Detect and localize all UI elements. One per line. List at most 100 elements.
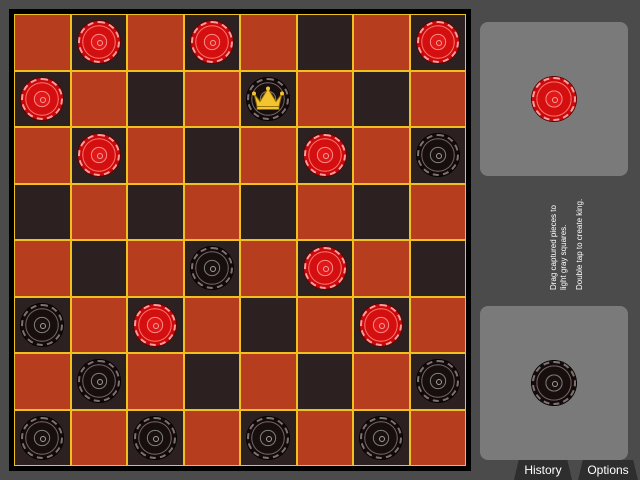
square-r3-c2[interactable] [128,184,183,239]
captured-area-top[interactable] [480,22,628,176]
checkers-board [9,9,471,471]
square-r0-c7[interactable] [410,15,465,70]
square-r3-c4[interactable] [241,184,296,239]
square-r0-c4[interactable] [241,15,296,70]
captured-area-bottom[interactable] [480,306,628,460]
red-piece[interactable] [190,21,233,64]
square-r4-c0[interactable] [15,241,70,296]
square-r5-c4[interactable] [241,297,296,352]
square-r7-c2[interactable] [128,410,183,465]
square-r1-c2[interactable] [128,71,183,126]
crown-icon [252,86,285,110]
square-r2-c3[interactable] [184,128,239,183]
square-r6-c6[interactable] [354,354,409,409]
black-piece[interactable] [134,416,177,459]
square-r4-c6[interactable] [354,241,409,296]
square-r0-c1[interactable] [71,15,126,70]
square-r6-c2[interactable] [128,354,183,409]
black-piece[interactable] [21,303,64,346]
square-r3-c5[interactable] [297,184,352,239]
square-r1-c7[interactable] [410,71,465,126]
square-r0-c3[interactable] [184,15,239,70]
black-piece[interactable] [532,361,576,405]
red-piece[interactable] [21,77,64,120]
square-r7-c5[interactable] [297,410,352,465]
square-r1-c3[interactable] [184,71,239,126]
square-r1-c4[interactable] [241,71,296,126]
square-r3-c1[interactable] [71,184,126,239]
black-piece[interactable] [77,360,120,403]
square-r0-c5[interactable] [297,15,352,70]
black-king-piece[interactable] [247,77,290,120]
black-piece[interactable] [416,134,459,177]
square-r7-c3[interactable] [184,410,239,465]
square-r4-c7[interactable] [410,241,465,296]
piece-center-dot [209,266,216,273]
black-piece[interactable] [360,416,403,459]
square-r2-c4[interactable] [241,128,296,183]
piece-center-dot [435,379,442,386]
square-r7-c7[interactable] [410,410,465,465]
square-r0-c2[interactable] [128,15,183,70]
black-piece[interactable] [190,247,233,290]
black-piece[interactable] [247,416,290,459]
square-r7-c1[interactable] [71,410,126,465]
square-r0-c0[interactable] [15,15,70,70]
red-piece[interactable] [532,77,576,121]
square-r3-c6[interactable] [354,184,409,239]
piece-center-dot [379,435,386,442]
square-r5-c0[interactable] [15,297,70,352]
red-piece[interactable] [77,21,120,64]
square-r1-c6[interactable] [354,71,409,126]
piece-center-dot [96,153,103,160]
square-r2-c5[interactable] [297,128,352,183]
piece-center-dot [40,435,47,442]
square-r1-c1[interactable] [71,71,126,126]
red-piece[interactable] [360,303,403,346]
square-r2-c6[interactable] [354,128,409,183]
square-r3-c0[interactable] [15,184,70,239]
red-piece[interactable] [77,134,120,177]
square-r2-c0[interactable] [15,128,70,183]
square-r3-c3[interactable] [184,184,239,239]
black-piece[interactable] [416,360,459,403]
red-piece[interactable] [416,21,459,64]
square-r2-c7[interactable] [410,128,465,183]
square-r6-c3[interactable] [184,354,239,409]
square-r7-c4[interactable] [241,410,296,465]
square-r6-c5[interactable] [297,354,352,409]
square-r2-c1[interactable] [71,128,126,183]
square-r1-c0[interactable] [15,71,70,126]
square-r6-c4[interactable] [241,354,296,409]
square-r1-c5[interactable] [297,71,352,126]
square-r6-c7[interactable] [410,354,465,409]
piece-center-dot [322,153,329,160]
square-r5-c1[interactable] [71,297,126,352]
piece-center-dot [552,97,558,103]
red-piece[interactable] [134,303,177,346]
red-piece[interactable] [303,247,346,290]
square-r5-c6[interactable] [354,297,409,352]
square-r7-c0[interactable] [15,410,70,465]
square-r6-c0[interactable] [15,354,70,409]
square-r5-c2[interactable] [128,297,183,352]
piece-center-dot [96,379,103,386]
square-r4-c4[interactable] [241,241,296,296]
square-r2-c2[interactable] [128,128,183,183]
red-piece[interactable] [303,134,346,177]
square-r5-c5[interactable] [297,297,352,352]
options-tab[interactable]: Options [578,460,638,480]
square-r5-c7[interactable] [410,297,465,352]
black-piece[interactable] [21,416,64,459]
square-r4-c2[interactable] [128,241,183,296]
square-r3-c7[interactable] [410,184,465,239]
square-r6-c1[interactable] [71,354,126,409]
square-r4-c3[interactable] [184,241,239,296]
history-tab[interactable]: History [514,460,572,480]
square-r0-c6[interactable] [354,15,409,70]
square-r4-c1[interactable] [71,241,126,296]
square-r4-c5[interactable] [297,241,352,296]
piece-center-dot [552,381,558,387]
square-r5-c3[interactable] [184,297,239,352]
square-r7-c6[interactable] [354,410,409,465]
